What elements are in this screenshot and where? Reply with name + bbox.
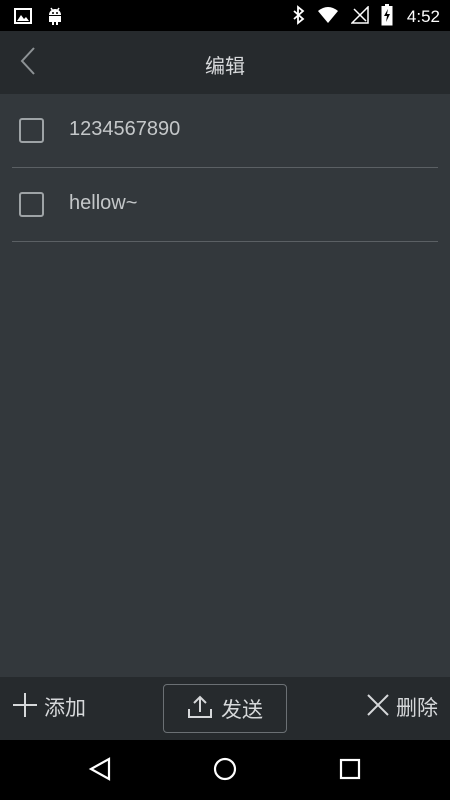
nav-back-button[interactable] — [85, 756, 115, 786]
item-checkbox[interactable] — [19, 192, 44, 217]
upload-icon — [187, 694, 213, 724]
send-label: 发送 — [221, 697, 263, 722]
status-bar-right: 4:52 — [293, 4, 440, 30]
status-bar: 4:52 — [0, 0, 450, 31]
back-triangle-icon — [88, 757, 112, 785]
battery-charging-icon — [381, 4, 393, 30]
plus-icon — [12, 692, 38, 722]
add-label: 添加 — [44, 696, 86, 720]
list-item-label: hellow~ — [69, 192, 138, 214]
app-bar: 编辑 — [0, 31, 450, 94]
status-time: 4:52 — [406, 7, 440, 26]
list-item-label: 1234567890 — [69, 118, 181, 140]
nav-recents-button[interactable] — [335, 756, 365, 786]
content-area: 1234567890 hellow~ — [0, 94, 450, 677]
add-button[interactable]: 添加 — [12, 692, 86, 722]
system-nav-bar — [0, 740, 450, 800]
bluetooth-icon — [293, 5, 305, 29]
status-bar-left — [14, 6, 64, 30]
item-checkbox[interactable] — [19, 118, 44, 143]
home-circle-icon — [212, 756, 238, 786]
delete-label: 删除 — [396, 696, 438, 720]
list-item[interactable]: 1234567890 — [12, 94, 438, 168]
send-button[interactable]: 发送 — [163, 684, 287, 733]
list-item[interactable]: hellow~ — [12, 168, 438, 242]
no-signal-icon — [350, 5, 369, 28]
recents-square-icon — [339, 758, 361, 784]
close-icon — [366, 693, 390, 721]
wifi-icon — [317, 6, 339, 28]
bottom-toolbar: 添加 发送 删除 — [0, 677, 450, 740]
page-title: 编辑 — [205, 54, 245, 78]
nav-home-button[interactable] — [210, 756, 240, 786]
image-icon — [14, 8, 32, 28]
delete-button[interactable]: 删除 — [366, 692, 438, 722]
android-icon — [46, 6, 64, 30]
